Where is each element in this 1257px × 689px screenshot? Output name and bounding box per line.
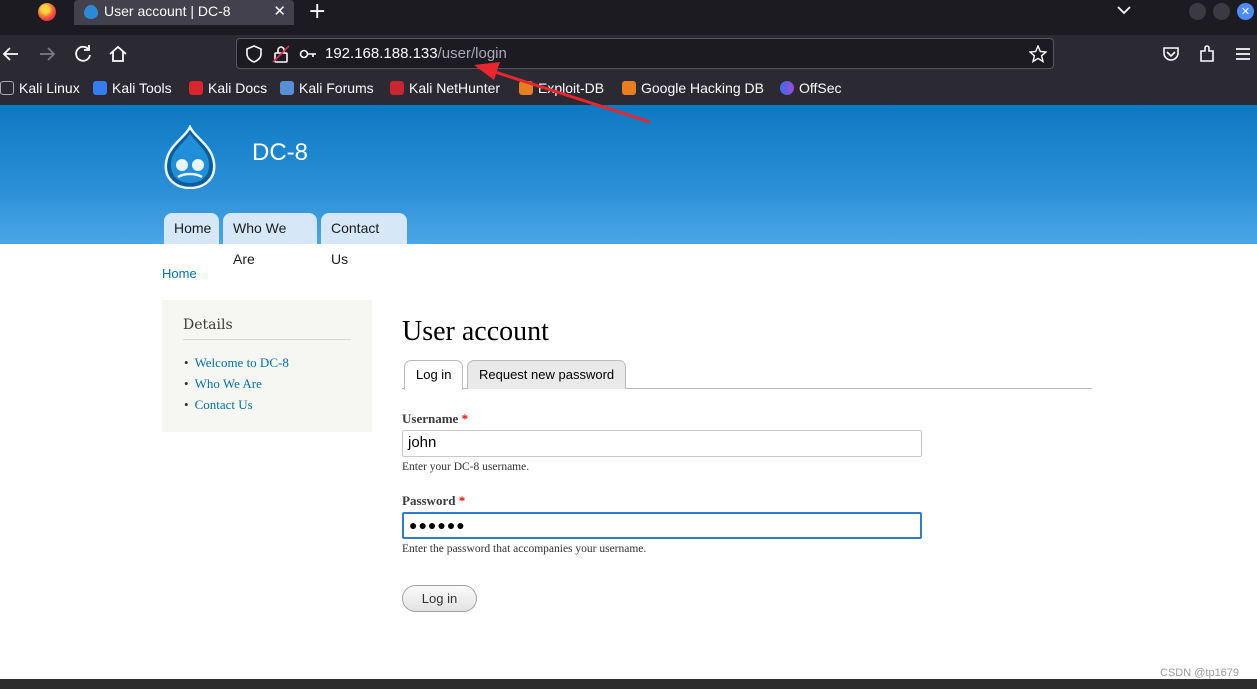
bookmark-label: OffSec bbox=[799, 80, 842, 96]
drupal-logo-icon[interactable] bbox=[160, 125, 220, 189]
browser-tab-bar: User account | DC-8 ✕ + ✕ bbox=[0, 0, 1257, 35]
nav-home[interactable]: Home bbox=[164, 213, 219, 244]
log-in-button[interactable]: Log in bbox=[402, 585, 477, 612]
sidebar-menu: Welcome to DC-8 Who We Are Contact Us bbox=[184, 355, 289, 418]
bookmark-label: Kali NetHunter bbox=[409, 80, 501, 96]
bookmark-kali-docs[interactable]: Kali Docs bbox=[189, 80, 267, 96]
url-path: /user/login bbox=[437, 45, 507, 62]
bookmark-label: Exploit-DB bbox=[538, 80, 605, 96]
pocket-icon[interactable] bbox=[1160, 43, 1182, 65]
bookmark-kali-forums[interactable]: Kali Forums bbox=[280, 80, 374, 96]
required-marker: * bbox=[461, 411, 469, 426]
window-close-button[interactable]: ✕ bbox=[1237, 3, 1254, 20]
bookmark-kali-nethunter[interactable]: Kali NetHunter bbox=[390, 80, 500, 96]
site-name[interactable]: DC-8 bbox=[252, 139, 308, 167]
kali-tools-icon bbox=[93, 81, 107, 95]
url-host: 192.168.188.133 bbox=[325, 45, 438, 62]
extensions-icon[interactable] bbox=[1196, 43, 1218, 65]
shield-icon[interactable] bbox=[245, 45, 263, 63]
close-tab-icon[interactable]: ✕ bbox=[273, 2, 286, 20]
watermark: CSDN @tp1679 bbox=[1160, 667, 1240, 679]
password-label-text: Password bbox=[402, 493, 456, 508]
sidebar-item-who-we-are[interactable]: Who We Are bbox=[184, 376, 289, 397]
required-marker: * bbox=[458, 493, 466, 508]
kali-docs-icon bbox=[189, 81, 203, 95]
offsec-icon bbox=[780, 81, 794, 95]
bookmark-google-hacking-db[interactable]: Google Hacking DB bbox=[622, 80, 764, 96]
home-icon[interactable] bbox=[107, 43, 129, 65]
minimize-button[interactable] bbox=[1189, 3, 1206, 20]
kali-forums-icon bbox=[280, 81, 294, 95]
bookmark-kali-linux[interactable]: Kali Linux bbox=[0, 80, 80, 96]
nav-contact-us[interactable]: Contact Us bbox=[321, 213, 407, 267]
kali-dragon-icon bbox=[0, 81, 14, 95]
password-help: Enter the password that accompanies your… bbox=[402, 543, 647, 555]
back-arrow-icon[interactable] bbox=[0, 43, 22, 65]
sidebar-details-block: Details Welcome to DC-8 Who We Are Conta… bbox=[162, 300, 372, 432]
username-input[interactable]: john bbox=[402, 430, 922, 457]
bookmark-label: Google Hacking DB bbox=[641, 80, 764, 96]
bookmark-offsec[interactable]: OffSec bbox=[780, 80, 842, 96]
url-bar[interactable]: 192.168.188.133/user/login bbox=[236, 38, 1054, 69]
tab-request-new-password[interactable]: Request new password bbox=[467, 360, 627, 389]
forward-arrow-icon[interactable] bbox=[36, 43, 58, 65]
password-label: Password * bbox=[402, 493, 465, 509]
sidebar-item-contact-us[interactable]: Contact Us bbox=[184, 397, 289, 418]
firefox-icon[interactable] bbox=[38, 3, 56, 21]
drupal-favicon-icon bbox=[84, 5, 98, 19]
bookmark-label: Kali Linux bbox=[19, 80, 80, 96]
site-header: DC-8 Home Who We Are Contact Us bbox=[0, 105, 1257, 267]
nav-who-we-are[interactable]: Who We Are bbox=[223, 213, 317, 267]
bookmarks-toolbar: Kali Linux Kali Tools Kali Docs Kali For… bbox=[0, 72, 1257, 105]
browser-tab[interactable]: User account | DC-8 ✕ bbox=[74, 0, 294, 25]
account-tabs: Log in Request new password bbox=[402, 360, 1092, 390]
maximize-button[interactable] bbox=[1213, 3, 1230, 20]
browser-toolbar: 192.168.188.133/user/login bbox=[0, 35, 1257, 72]
bookmark-exploit-db[interactable]: Exploit-DB bbox=[519, 80, 604, 96]
ghdb-icon bbox=[622, 81, 636, 95]
chevron-down-icon[interactable] bbox=[1116, 2, 1132, 18]
insecure-lock-icon[interactable] bbox=[272, 45, 290, 63]
bottom-bar bbox=[0, 679, 1257, 689]
bookmark-label: Kali Forums bbox=[299, 80, 374, 96]
bookmark-label: Kali Tools bbox=[112, 80, 172, 96]
menu-icon[interactable] bbox=[1232, 43, 1254, 65]
bookmark-label: Kali Docs bbox=[208, 80, 268, 96]
breadcrumb[interactable]: Home bbox=[162, 266, 197, 281]
page-title: User account bbox=[402, 316, 549, 347]
sidebar-title: Details bbox=[183, 317, 351, 340]
password-input[interactable]: ●●●●●● bbox=[402, 512, 922, 539]
bookmark-star-icon[interactable] bbox=[1029, 45, 1047, 63]
sidebar-item-welcome[interactable]: Welcome to DC-8 bbox=[184, 355, 289, 376]
key-icon[interactable] bbox=[299, 45, 317, 63]
exploit-db-icon bbox=[519, 81, 533, 95]
kali-nethunter-icon bbox=[390, 81, 404, 95]
username-label: Username * bbox=[402, 411, 468, 427]
username-label-text: Username bbox=[402, 411, 459, 426]
bookmark-kali-tools[interactable]: Kali Tools bbox=[93, 80, 172, 96]
tab-title: User account | DC-8 bbox=[104, 3, 231, 19]
url-text[interactable]: 192.168.188.133/user/login bbox=[325, 45, 507, 62]
tab-log-in[interactable]: Log in bbox=[404, 360, 464, 390]
reload-icon[interactable] bbox=[72, 43, 94, 65]
new-tab-button[interactable]: + bbox=[308, 0, 326, 24]
username-help: Enter your DC-8 username. bbox=[402, 461, 530, 473]
